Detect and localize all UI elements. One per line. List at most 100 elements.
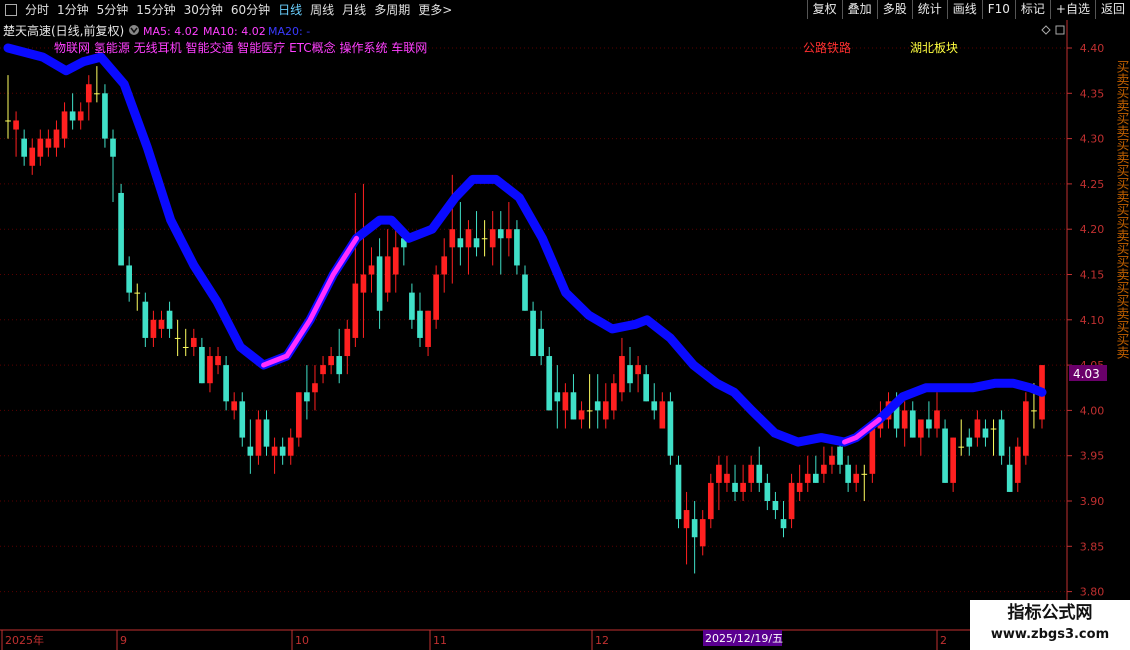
ma10-label: MA10: 4.02: [203, 25, 266, 38]
sector-tag: 公路铁路: [803, 40, 851, 55]
candle-body: [457, 238, 464, 248]
y-tick-label: 4.30: [1080, 133, 1105, 146]
tab-15min[interactable]: 15分钟: [132, 0, 179, 20]
candle-body: [853, 473, 860, 483]
y-tick-label: 4.10: [1080, 314, 1105, 327]
candle-body: [207, 356, 213, 384]
tab-fenshi[interactable]: 分时: [21, 0, 53, 20]
multi-stock-button[interactable]: 多股: [876, 0, 912, 19]
candle-body: [845, 464, 851, 483]
candle-body: [974, 419, 981, 438]
candle-body: [352, 283, 359, 338]
statistics-button[interactable]: 统计: [911, 0, 947, 19]
candle-body: [37, 138, 44, 157]
candle-body: [247, 446, 254, 456]
back-button[interactable]: 返回: [1094, 0, 1130, 19]
candle-body: [611, 383, 617, 411]
candle-body: [570, 392, 577, 420]
candle-body: [562, 392, 569, 411]
candle-body: [821, 464, 827, 474]
candle-body: [304, 392, 310, 402]
dropdown-icon[interactable]: [129, 25, 139, 35]
candle-body: [1023, 401, 1029, 456]
kline-chart[interactable]: 3.803.853.903.954.004.054.104.154.204.25…: [0, 20, 1130, 650]
ma5-label: MA5: 4.02: [143, 25, 199, 38]
candle-body: [982, 428, 989, 438]
tab-60min[interactable]: 60分钟: [227, 0, 274, 20]
x-tick-label: 11: [433, 634, 447, 647]
candle-body: [465, 229, 472, 248]
tab-30min[interactable]: 30分钟: [180, 0, 227, 20]
candle-body: [1014, 446, 1021, 483]
candle-body: [409, 292, 415, 320]
candle-body: [134, 292, 141, 294]
candle-body: [215, 356, 221, 366]
candle-body: [166, 310, 173, 329]
mark-button[interactable]: 标记: [1014, 0, 1050, 19]
price-badge: 4.03: [1073, 367, 1100, 381]
candle-body: [61, 111, 68, 139]
draw-line-button[interactable]: 画线: [946, 0, 982, 19]
tab-weekly[interactable]: 周线: [306, 0, 338, 20]
candle-body: [909, 410, 916, 438]
candle-body: [958, 446, 965, 448]
candle-body: [433, 274, 439, 320]
watermark: 指标公式网 www.zbgs3.com: [970, 600, 1130, 650]
candle-body: [231, 401, 238, 411]
candle-body: [295, 392, 302, 438]
candle-body: [804, 473, 811, 483]
period-tabs: 分时 1分钟 5分钟 15分钟 30分钟 60分钟 日线 周线 月线 多周期 更…: [2, 0, 456, 20]
tab-daily[interactable]: 日线: [274, 0, 306, 20]
candle-body: [918, 419, 924, 438]
candle-body: [425, 310, 431, 347]
candle-body: [473, 238, 480, 248]
tab-1min[interactable]: 1分钟: [53, 0, 93, 20]
candle-body: [869, 428, 876, 474]
region-tag: 湖北板块: [910, 40, 958, 55]
f10-button[interactable]: F10: [981, 0, 1015, 19]
candle-body: [748, 464, 755, 483]
candle-body: [182, 346, 189, 348]
candle-body: [368, 265, 375, 275]
candle-body: [659, 401, 666, 429]
candle-body: [691, 519, 698, 538]
y-tick-label: 3.95: [1080, 450, 1105, 463]
candle-body: [829, 455, 835, 465]
candle-body: [328, 356, 334, 366]
tab-multi-period[interactable]: 多周期: [370, 0, 414, 20]
restore-rights-button[interactable]: 复权: [806, 0, 842, 19]
candle-body: [837, 446, 843, 465]
watermark-url: www.zbgs3.com: [990, 627, 1110, 642]
menu-icon[interactable]: [5, 4, 17, 16]
candle-body: [554, 392, 561, 402]
candle-body: [514, 229, 520, 266]
tab-monthly[interactable]: 月线: [338, 0, 370, 20]
overlay-button[interactable]: 叠加: [841, 0, 877, 19]
candle-body: [1031, 410, 1037, 412]
y-tick-label: 3.85: [1080, 540, 1105, 553]
candle-body: [85, 84, 92, 103]
x-tick-label: 10: [295, 634, 309, 647]
candle-body: [69, 111, 76, 121]
candle-body: [150, 319, 157, 338]
y-tick-label: 4.15: [1080, 269, 1105, 282]
candle-body: [627, 365, 633, 384]
candle-body: [651, 401, 658, 411]
candle-body: [861, 473, 868, 475]
candle-body: [942, 428, 948, 483]
candle-body: [707, 482, 714, 520]
candle-body: [578, 410, 585, 420]
candle-body: [481, 238, 488, 240]
tab-more[interactable]: 更多>: [414, 0, 456, 20]
toolbar: 分时 1分钟 5分钟 15分钟 30分钟 60分钟 日线 周线 月线 多周期 更…: [0, 0, 1130, 21]
add-watchlist-button[interactable]: +自选: [1049, 0, 1095, 19]
candle-body: [538, 328, 544, 357]
tab-5min[interactable]: 5分钟: [93, 0, 133, 20]
y-tick-label: 4.25: [1080, 178, 1105, 191]
candle-body: [780, 519, 787, 529]
candle-body: [29, 147, 36, 166]
y-tick-label: 3.90: [1080, 495, 1105, 508]
candle-body: [934, 410, 940, 429]
candle-body: [239, 401, 246, 438]
candle-body: [506, 229, 512, 239]
